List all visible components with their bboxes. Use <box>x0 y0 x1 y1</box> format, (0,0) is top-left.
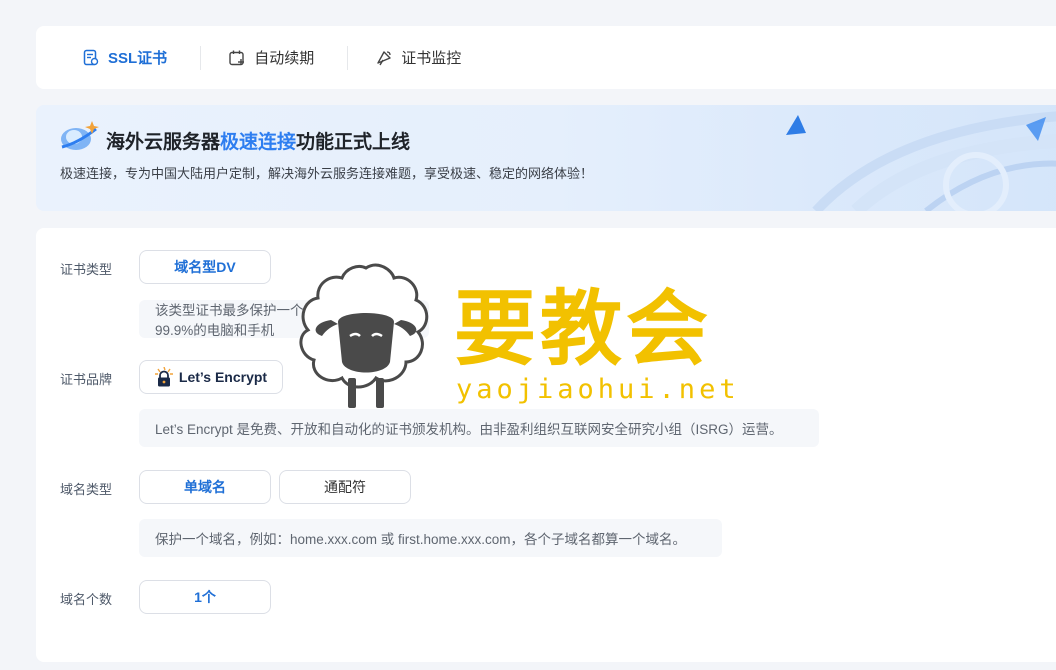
tab-ssl-cert[interactable]: SSL证书 <box>82 47 167 68</box>
banner-description: 极速连接，专为中国大陆用户定制，解决海外云服务连接难题，享受极速、稳定的网络体验… <box>60 166 594 181</box>
domain-type-hint: 保护一个域名，例如：home.xxx.com 或 first.home.xxx.… <box>139 519 722 557</box>
cert-brand-hint: Let’s Encrypt 是免费、开放和自动化的证书颁发机构。由非盈利组织互联… <box>139 409 819 447</box>
banner-decoration-image <box>786 111 1056 211</box>
cert-type-hint: 该类型证书最多保护一个域名，支持超过99.9%的电脑和手机 <box>139 300 429 338</box>
cert-type-label: 证书类型 <box>60 262 113 277</box>
domain-count-value[interactable]: 1个 <box>139 580 271 614</box>
cert-brand-option-label: Let’s Encrypt <box>178 369 268 385</box>
certificate-icon <box>83 49 99 65</box>
ssl-order-form: 证书类型 域名型DV 该类型证书最多保护一个域名，支持超过99.9%的电脑和手机… <box>36 228 1056 662</box>
tab-ssl-cert-label: SSL证书 <box>108 50 168 67</box>
rocket-cloud-icon <box>61 121 99 150</box>
promo-banner[interactable]: 海外云服务器极速连接功能正式上线 极速连接，专为中国大陆用户定制，解决海外云服务… <box>36 105 1056 211</box>
banner-title: 海外云服务器极速连接功能正式上线 <box>106 132 411 153</box>
domain-count-label: 域名个数 <box>60 592 113 607</box>
calendar-renew-icon <box>229 50 245 65</box>
tab-auto-renew-label: 自动续期 <box>254 50 315 67</box>
cert-brand-option-letsencrypt[interactable]: Let’s Encrypt <box>139 360 283 394</box>
tab-cert-monitor[interactable]: 证书监控 <box>375 47 461 68</box>
tab-divider <box>200 45 202 70</box>
domain-type-label: 域名类型 <box>60 482 113 497</box>
tab-divider <box>347 45 349 70</box>
lets-encrypt-logo-icon <box>154 367 173 387</box>
cert-type-option-dv[interactable]: 域名型DV <box>139 250 271 284</box>
banner-title-highlight: 极速连接 <box>220 132 297 153</box>
tab-bar: SSL证书 自动续期 证书监控 <box>36 26 1056 89</box>
tab-cert-monitor-label: 证书监控 <box>401 50 462 67</box>
tab-auto-renew[interactable]: 自动续期 <box>228 47 314 68</box>
monitor-icon <box>377 50 391 65</box>
domain-type-option-single[interactable]: 单域名 <box>139 470 271 504</box>
domain-type-option-wildcard[interactable]: 通配符 <box>279 470 411 504</box>
cert-brand-label: 证书品牌 <box>60 372 113 387</box>
